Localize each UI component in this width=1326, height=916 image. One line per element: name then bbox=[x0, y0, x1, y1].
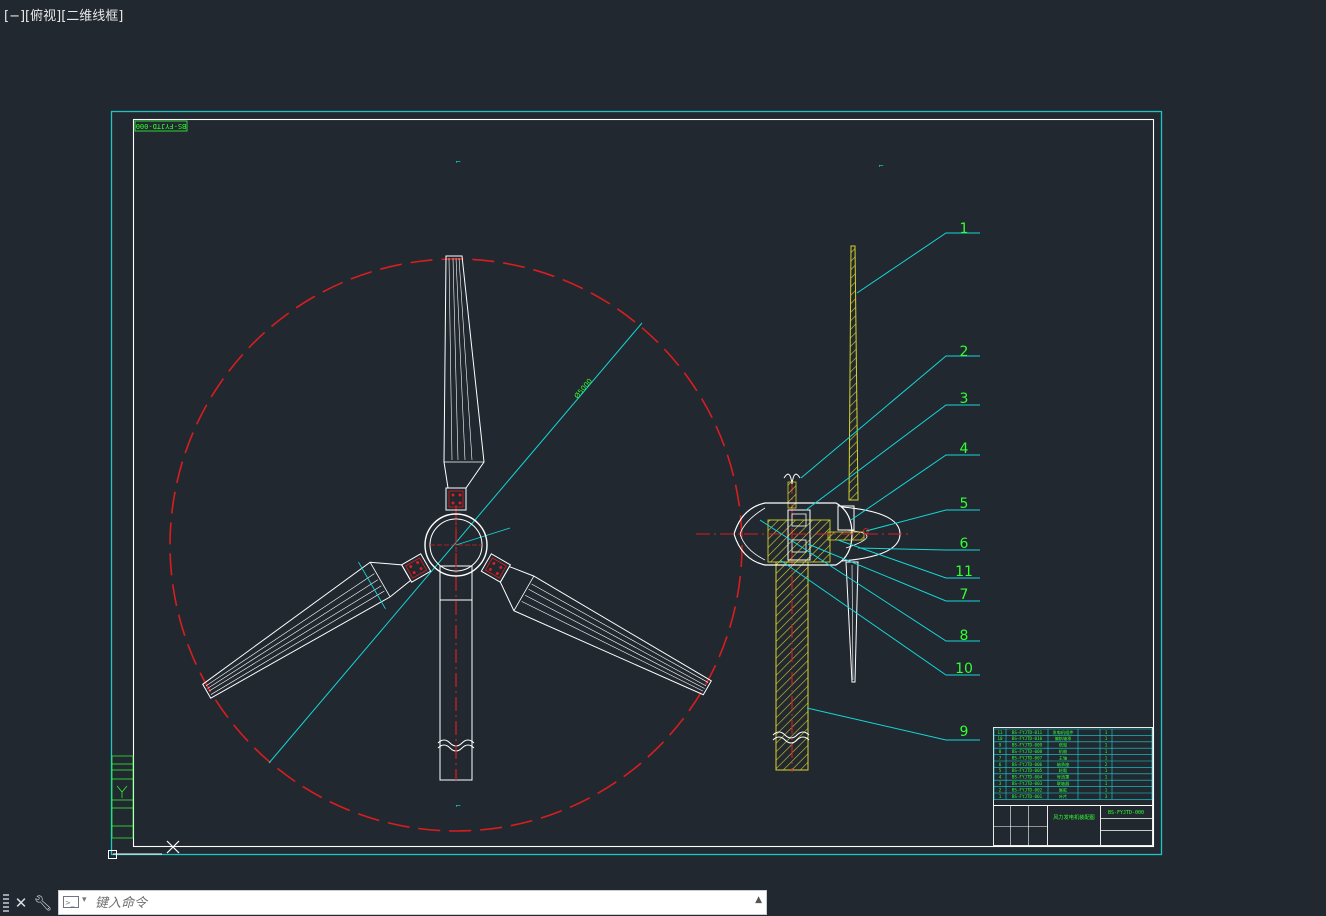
bom-cell-code: BS-FYJTD-010 bbox=[1012, 736, 1043, 741]
bom-cell-name: 叶片 bbox=[1059, 793, 1067, 800]
balloon-7: 7 bbox=[960, 587, 969, 603]
leader-9 bbox=[806, 707, 980, 741]
bom-cell-qty: 1 bbox=[1105, 749, 1108, 754]
bom-cell-no: 2 bbox=[999, 787, 1002, 792]
balloon-9: 9 bbox=[960, 724, 969, 740]
balloon-8: 8 bbox=[960, 628, 969, 644]
balloon-numbers: 1 2 3 4 5 6 11 7 8 10 9 bbox=[955, 221, 973, 740]
blade-top bbox=[443, 255, 485, 511]
bom-cell-code: BS-FYJTD-003 bbox=[1012, 781, 1043, 786]
bom-cell-name: 偏航轴承 bbox=[1055, 735, 1073, 742]
bom-cell-name: 发电机组件 bbox=[1053, 729, 1074, 736]
command-history-up-icon[interactable]: ▲ bbox=[755, 895, 762, 905]
outer-frame bbox=[110, 110, 1163, 856]
bom-cell-name: 导流罩 bbox=[1057, 774, 1070, 781]
bom-cell-name: 联轴器 bbox=[1057, 780, 1070, 787]
balloon-4: 4 bbox=[960, 441, 969, 457]
bom-cell-code: BS-FYJTD-007 bbox=[1012, 755, 1043, 760]
side-tail-post bbox=[787, 481, 797, 509]
bom-cell-qty: 1 bbox=[1105, 743, 1108, 748]
balloon-5: 5 bbox=[960, 496, 969, 512]
bom-cell-code: BS-FYJTD-008 bbox=[1012, 749, 1043, 754]
bom-cell-no: 5 bbox=[999, 768, 1002, 773]
blade-left bbox=[202, 553, 432, 699]
bom-cell-name: 主轴 bbox=[1059, 754, 1067, 761]
leader-5 bbox=[865, 509, 980, 532]
balloon-10: 10 bbox=[955, 661, 973, 677]
bom-cell-code: BS-FYJTD-001 bbox=[1012, 794, 1043, 799]
bom-cell-name: 尾舵 bbox=[1059, 786, 1068, 793]
command-input-box[interactable]: >_ ▾ ▲ bbox=[58, 890, 767, 915]
bom-cell-no: 4 bbox=[999, 775, 1002, 780]
front-view: Ø5000 bbox=[169, 255, 743, 832]
title-block: 11 BS-FYJTD-011 发电机组件 110 BS-FYJTD-010 偏航轴承 19… bbox=[993, 727, 1153, 846]
side-shaft bbox=[827, 531, 865, 541]
bom-cell-name: 机舱 bbox=[1059, 748, 1068, 755]
command-line-grip[interactable] bbox=[3, 894, 9, 912]
bom-cell-qty: 1 bbox=[1105, 736, 1108, 741]
leader-2 bbox=[800, 355, 980, 479]
bom-cell-code: BS-FYJTD-006 bbox=[1012, 762, 1043, 767]
bom-cell-qty: 2 bbox=[1105, 762, 1108, 767]
title-block-drawing-number: BS-FYJTD-000 bbox=[1108, 810, 1144, 816]
command-prompt-icon[interactable]: >_ bbox=[63, 896, 79, 908]
bom-cell-no: 3 bbox=[999, 781, 1002, 786]
bom-cell-no: 8 bbox=[999, 749, 1002, 754]
blade-right bbox=[480, 553, 712, 696]
view-marker-2: ⌐ bbox=[878, 162, 884, 170]
balloon-11: 11 bbox=[955, 564, 973, 580]
bom-cell-no: 1 bbox=[999, 794, 1002, 799]
side-blade-lower-mid bbox=[851, 564, 854, 681]
bom-cell-name: 塔架 bbox=[1059, 742, 1067, 749]
leader-10 bbox=[779, 559, 980, 676]
title-block-drawing-title: 风力发电机装配图 bbox=[1053, 813, 1095, 821]
wrench-icon[interactable]: 🔧︎ bbox=[33, 892, 53, 914]
bom-cell-qty: 3 bbox=[1105, 794, 1108, 799]
bom-cell-code: BS-FYJTD-011 bbox=[1012, 730, 1043, 735]
bom-cell-qty: 1 bbox=[1105, 768, 1108, 773]
bom-cell-no: 6 bbox=[999, 762, 1002, 767]
balloon-6: 6 bbox=[960, 536, 969, 552]
view-marker-3: ⌐ bbox=[455, 802, 461, 810]
bom-cell-name: 轮毂 bbox=[1059, 767, 1068, 774]
bom-cell-code: BS-FYJTD-004 bbox=[1012, 775, 1043, 780]
ucs-icon bbox=[108, 840, 180, 859]
bom-cell-no: 7 bbox=[999, 755, 1002, 760]
balloon-1: 1 bbox=[960, 221, 969, 237]
bom-cell-qty: 1 bbox=[1105, 730, 1108, 735]
bom-cell-no: 9 bbox=[999, 743, 1002, 748]
side-blade-upper bbox=[848, 245, 859, 501]
diameter-dimension-text: Ø5000 bbox=[573, 377, 594, 400]
left-side-table bbox=[111, 755, 134, 839]
bom-cell-code: BS-FYJTD-005 bbox=[1012, 768, 1043, 773]
bom-cell-qty: 1 bbox=[1105, 755, 1108, 760]
model-space-canvas[interactable]: BS-FYJTD-000 ⌐ ⌐ ⌐ Ø5000 1 2 3 4 5 6 11 … bbox=[0, 0, 1326, 886]
bom-cell-no: 10 bbox=[997, 736, 1003, 741]
side-view bbox=[696, 245, 912, 772]
bom-cell-name: 轴承座 bbox=[1057, 761, 1070, 768]
balloon-2: 2 bbox=[960, 344, 969, 360]
drawing-number-rotated: BS-FYJTD-000 bbox=[136, 122, 187, 130]
balloon-3: 3 bbox=[960, 391, 969, 407]
bom-cell-qty: 1 bbox=[1105, 781, 1108, 786]
command-input[interactable] bbox=[95, 894, 715, 912]
view-marker-1: ⌐ bbox=[455, 158, 461, 166]
bom-cell-qty: 1 bbox=[1105, 775, 1108, 780]
leader-1 bbox=[856, 232, 980, 294]
leader-3 bbox=[805, 404, 980, 511]
bom-cell-no: 11 bbox=[997, 730, 1003, 735]
close-icon[interactable]: ✕ bbox=[11, 892, 31, 914]
bom-cell-qty: 1 bbox=[1105, 787, 1108, 792]
drawing-number-box: BS-FYJTD-000 bbox=[134, 120, 188, 132]
chevron-down-icon[interactable]: ▾ bbox=[82, 895, 87, 905]
bom-cell-code: BS-FYJTD-009 bbox=[1012, 743, 1043, 748]
command-line-bar: ✕ 🔧︎ >_ ▾ ▲ bbox=[0, 889, 1326, 916]
bom-cell-code: BS-FYJTD-002 bbox=[1012, 787, 1043, 792]
